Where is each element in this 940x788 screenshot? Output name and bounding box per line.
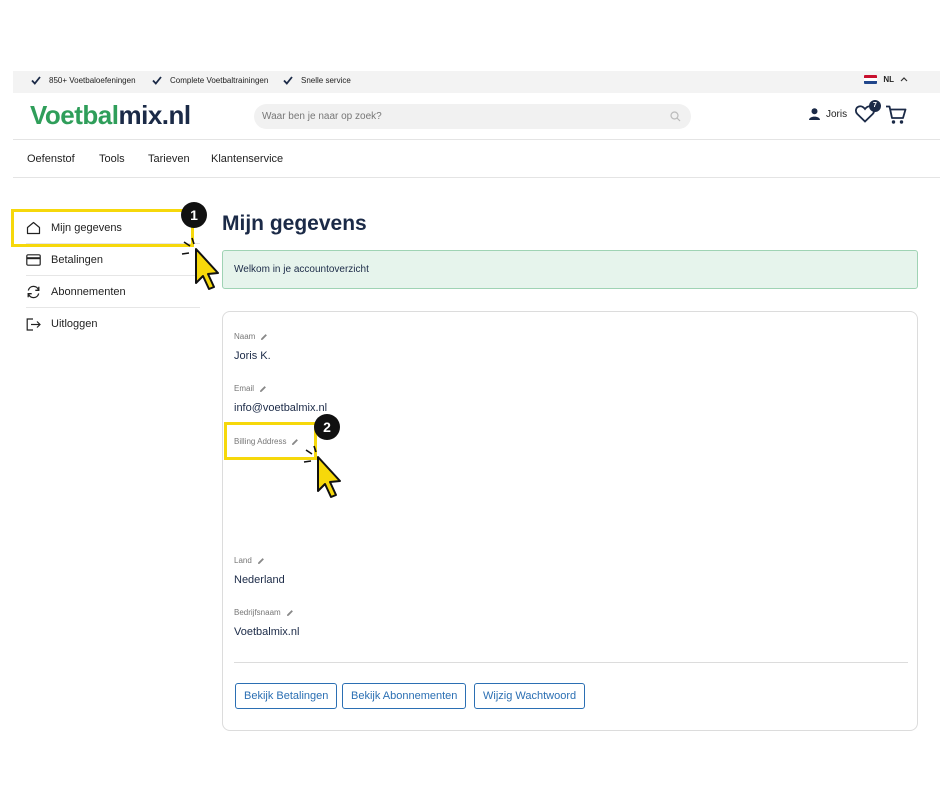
search-input[interactable]: Waar ben je naar op zoek? bbox=[254, 104, 691, 129]
sidebar-item-betalingen[interactable]: Betalingen bbox=[26, 244, 200, 276]
usp-item: Snelle service bbox=[283, 76, 351, 85]
sidebar-item-label: Betalingen bbox=[51, 253, 103, 266]
nav-item-tools[interactable]: Tools bbox=[99, 153, 125, 165]
step-badge-2: 2 bbox=[314, 414, 340, 440]
language-code: NL bbox=[883, 75, 894, 84]
sidebar-item-abonnementen[interactable]: Abonnementen bbox=[26, 276, 200, 308]
account-link[interactable]: Joris bbox=[809, 108, 847, 120]
refresh-icon bbox=[27, 285, 40, 298]
check-icon bbox=[283, 76, 293, 85]
email-field-label: Email bbox=[234, 384, 267, 393]
company-field-label: Bedrijfsnaam bbox=[234, 608, 294, 617]
step-badge-1: 1 bbox=[181, 202, 207, 228]
pointer-cursor-icon bbox=[181, 237, 219, 290]
country-field-label: Land bbox=[234, 556, 265, 565]
company-field-value: Voetbalmix.nl bbox=[234, 626, 300, 638]
divider bbox=[234, 662, 908, 663]
site-header: Voetbalmix.nl Waar ben je naar op zoek? … bbox=[13, 93, 940, 140]
welcome-text: Welkom in je accountoverzicht bbox=[234, 264, 369, 275]
name-field-value: Joris K. bbox=[234, 350, 271, 362]
view-subscriptions-button[interactable]: Bekijk Abonnementen bbox=[342, 683, 467, 709]
highlight-box-1 bbox=[11, 209, 194, 247]
account-details-card: Naam Joris K. Email info@voetbalmix.nl B… bbox=[222, 311, 918, 731]
pointer-cursor-icon bbox=[303, 445, 341, 498]
change-password-button[interactable]: Wijzig Wachtwoord bbox=[474, 683, 586, 709]
search-icon[interactable] bbox=[670, 111, 681, 122]
email-field-value: info@voetbalmix.nl bbox=[234, 402, 328, 414]
edit-pencil-icon[interactable] bbox=[286, 609, 294, 617]
credit-card-icon bbox=[26, 253, 41, 266]
sidebar-item-label: Uitloggen bbox=[51, 318, 98, 330]
logo[interactable]: Voetbalmix.nl bbox=[30, 100, 191, 131]
nav-item-klantenservice[interactable]: Klantenservice bbox=[211, 153, 283, 165]
main-navigation: Oefenstof Tools Tarieven Klantenservice bbox=[13, 140, 940, 178]
welcome-alert: Welkom in je accountoverzicht bbox=[222, 250, 918, 289]
country-field-value: Nederland bbox=[234, 574, 285, 586]
name-field-label: Naam bbox=[234, 332, 268, 341]
check-icon bbox=[152, 76, 162, 85]
view-payments-button[interactable]: Bekijk Betalingen bbox=[235, 683, 338, 709]
user-icon bbox=[809, 108, 820, 120]
edit-pencil-icon[interactable] bbox=[259, 385, 267, 393]
chevron-up-icon bbox=[900, 77, 908, 82]
check-icon bbox=[31, 76, 41, 85]
sidebar-item-uitloggen[interactable]: Uitloggen bbox=[26, 308, 200, 340]
netherlands-flag-icon bbox=[864, 75, 878, 84]
edit-pencil-icon[interactable] bbox=[257, 557, 265, 565]
usp-item: Complete Voetbaltrainingen bbox=[152, 76, 268, 85]
nav-item-tarieven[interactable]: Tarieven bbox=[148, 153, 190, 165]
logout-icon bbox=[26, 317, 41, 331]
user-name: Joris bbox=[826, 108, 848, 120]
language-selector[interactable]: NL bbox=[864, 75, 908, 84]
wishlist-count-badge: 7 bbox=[869, 100, 881, 112]
sidebar-item-label: Abonnementen bbox=[51, 285, 126, 298]
usp-bar: 850+ Voetbaloefeningen Complete Voetbalt… bbox=[13, 71, 940, 93]
cart-icon[interactable] bbox=[885, 105, 907, 125]
search-placeholder: Waar ben je naar op zoek? bbox=[262, 111, 382, 122]
page-title: Mijn gegevens bbox=[222, 212, 367, 235]
usp-item: 850+ Voetbaloefeningen bbox=[31, 76, 136, 85]
nav-item-oefenstof[interactable]: Oefenstof bbox=[27, 153, 75, 165]
edit-pencil-icon[interactable] bbox=[260, 333, 268, 341]
